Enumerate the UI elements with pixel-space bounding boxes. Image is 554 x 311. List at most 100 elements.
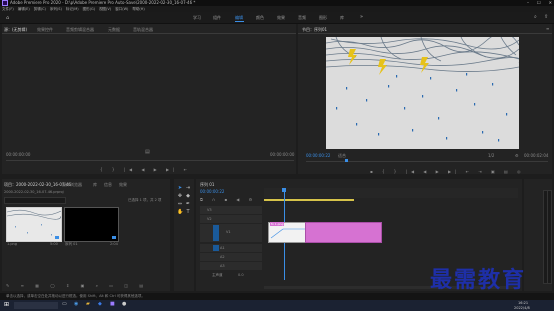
tab-media-browser[interactable]: 媒体浏览器 bbox=[62, 182, 82, 188]
menu-sequence[interactable]: 序列(S) bbox=[50, 7, 62, 11]
project-selection-count: 已选择 1 项，共 2 项 bbox=[128, 198, 162, 202]
clock-date: 2022/4/8 bbox=[514, 306, 530, 310]
project-item-duration-1: 5:00 bbox=[50, 242, 58, 246]
track-target-v1[interactable] bbox=[213, 225, 219, 241]
watermark: 最需教育 bbox=[430, 267, 527, 293]
project-search-input[interactable] bbox=[4, 197, 66, 204]
work-area-bar[interactable] bbox=[264, 199, 354, 201]
track-select-tool-icon[interactable]: ⇥ bbox=[185, 185, 191, 191]
source-settings-icon[interactable]: ▤ bbox=[145, 149, 150, 155]
tab-info[interactable]: 信息 bbox=[104, 182, 112, 188]
timeline-current-timecode[interactable]: 00:00:00:22 bbox=[200, 189, 224, 194]
project-item-thumb-1[interactable] bbox=[6, 207, 62, 242]
project-item-duration-2: 2:04 bbox=[110, 242, 118, 246]
menu-help[interactable]: 帮助(H) bbox=[132, 7, 144, 11]
workspace-audio[interactable]: 音频 bbox=[298, 15, 306, 21]
workspace-graphics[interactable]: 图形 bbox=[319, 15, 327, 21]
workspace-color[interactable]: 颜色 bbox=[256, 15, 264, 21]
premiere-taskbar-icon[interactable]: ■ bbox=[110, 301, 115, 307]
track-label-a3: A3 bbox=[220, 264, 225, 268]
razor-tool-icon[interactable]: ◆ bbox=[185, 193, 191, 199]
track-header-v1[interactable] bbox=[200, 224, 262, 242]
type-tool-icon[interactable]: T bbox=[185, 209, 191, 215]
sequence-badge-icon bbox=[112, 236, 116, 239]
track-label-v2: V2 bbox=[207, 217, 212, 221]
source-transport-controls[interactable]: { } |◀ ◀ ▶ ▶| ⇤ bbox=[100, 167, 191, 172]
taskbar-search-box[interactable] bbox=[14, 302, 58, 309]
more-workspaces-icon[interactable]: » bbox=[360, 14, 363, 20]
thumbnail-image bbox=[6, 208, 62, 241]
minimize-icon[interactable]: – bbox=[527, 0, 529, 5]
tab-effects[interactable]: 效果 bbox=[119, 182, 127, 188]
home-icon[interactable]: ⌂ bbox=[6, 15, 9, 21]
maximize-icon[interactable]: ☐ bbox=[537, 0, 541, 5]
menu-clip[interactable]: 剪辑(C) bbox=[34, 7, 46, 11]
search-icon[interactable]: ⌕ bbox=[534, 14, 537, 20]
panel-menu-icon[interactable]: ≡ bbox=[546, 26, 549, 31]
menu-file[interactable]: 文件(F) bbox=[2, 7, 14, 11]
tab-libraries[interactable]: 库 bbox=[93, 182, 97, 188]
program-scrubber[interactable] bbox=[306, 161, 548, 162]
project-item-name-1: 1.png bbox=[7, 242, 18, 246]
track-target-a1[interactable] bbox=[213, 245, 219, 251]
track-header-a3[interactable] bbox=[200, 262, 262, 270]
timeline-ruler[interactable] bbox=[264, 188, 518, 198]
edge-icon[interactable]: ◉ bbox=[74, 301, 78, 307]
project-bottom-toolbar[interactable]: ✎ ≡ ▦ ◯ ⇕ ▣ ⌕ ▭ ◫ ▤ bbox=[6, 283, 148, 288]
track-label-v1: V1 bbox=[226, 230, 231, 234]
clock-time: 16:21 bbox=[518, 301, 529, 305]
clip-1-png[interactable] bbox=[305, 222, 382, 243]
divider bbox=[2, 33, 296, 34]
task-view-icon[interactable]: ▭ bbox=[62, 301, 67, 307]
workspace-effects[interactable]: 效果 bbox=[277, 15, 285, 21]
program-quality-select[interactable]: 1/2 bbox=[488, 153, 494, 158]
window-title: Adobe Premiere Pro 2020 - D:\p\Adobe Pre… bbox=[10, 0, 196, 5]
track-label-a2: A2 bbox=[220, 255, 225, 259]
workspace-assembly[interactable]: 组件 bbox=[213, 15, 221, 21]
slip-tool-icon[interactable]: ⇔ bbox=[177, 201, 183, 207]
folder-icon[interactable]: ▰ bbox=[86, 301, 90, 307]
program-video-frame bbox=[326, 37, 519, 149]
track-label-v3: V3 bbox=[207, 208, 212, 212]
workspace-libraries[interactable]: 库 bbox=[340, 15, 344, 21]
menu-graphics[interactable]: 图形(G) bbox=[83, 7, 95, 11]
program-transport-controls[interactable]: ▪ { } |◀ ◀ ▶ ▶| ⇤ ⇥ ▣ ▤ ◎ bbox=[370, 169, 525, 174]
audio-meter-right bbox=[547, 190, 552, 284]
master-track-label: 主声道 bbox=[212, 273, 223, 277]
share-icon[interactable]: ⇪ bbox=[544, 14, 548, 20]
close-icon[interactable]: ✕ bbox=[549, 0, 552, 5]
menu-view[interactable]: 视图(V) bbox=[99, 7, 111, 11]
clip-label: fx 1.png bbox=[271, 222, 284, 226]
program-duration: 00:00:02:04 bbox=[524, 153, 549, 158]
timeline-toolbar[interactable]: ⧉ ∩ ▪ ◀ ⚙ bbox=[200, 197, 256, 202]
track-header-a1[interactable] bbox=[200, 244, 262, 252]
status-bar: 单击以选择，或单击空白处并拖动以进行框选。使用 Shift、Alt 和 Ctrl… bbox=[0, 293, 554, 300]
start-icon[interactable]: ⊞ bbox=[4, 301, 9, 308]
program-playhead[interactable] bbox=[345, 159, 348, 162]
divider bbox=[298, 33, 552, 34]
status-text: 单击以选择，或单击空白处并拖动以进行框选。使用 Shift、Alt 和 Ctrl… bbox=[6, 294, 145, 298]
menu-edit[interactable]: 编辑(E) bbox=[18, 7, 30, 11]
selection-tool-icon[interactable]: ➤ bbox=[177, 185, 183, 191]
tab-project[interactable]: 项目：2000-2022-02-30_16-07-46 bbox=[4, 182, 71, 188]
app-taskbar-icon[interactable]: ● bbox=[122, 301, 126, 307]
ripple-edit-tool-icon[interactable]: ✥ bbox=[177, 193, 183, 199]
source-timecode-right: 00:00:00:00 bbox=[270, 152, 295, 157]
master-volume-value[interactable]: 0.0 bbox=[238, 273, 244, 277]
hand-tool-icon[interactable]: ✋ bbox=[177, 209, 183, 215]
program-current-timecode[interactable]: 00:00:00:22 bbox=[306, 153, 330, 158]
windows-taskbar bbox=[0, 300, 554, 311]
program-settings-icon[interactable]: ⚙ bbox=[515, 153, 519, 158]
track-header-a2[interactable] bbox=[200, 253, 262, 261]
store-icon[interactable]: ◆ bbox=[98, 301, 102, 307]
menu-window[interactable]: 窗口(W) bbox=[115, 7, 128, 11]
source-timecode-left: 00:00:00:00 bbox=[6, 152, 31, 157]
project-item-thumb-2[interactable] bbox=[64, 207, 119, 242]
timeline-sequence-tab[interactable]: 序列 01 bbox=[200, 182, 214, 188]
project-file-path: 2000-2022-02-30_16-07-46.prproj bbox=[4, 190, 64, 194]
menu-marker[interactable]: 标记(M) bbox=[66, 7, 79, 11]
workspace-learn[interactable]: 学习 bbox=[193, 15, 201, 21]
pen-tool-icon[interactable]: ✒ bbox=[185, 201, 191, 207]
source-scrubber[interactable] bbox=[6, 160, 294, 161]
clip-badge-icon bbox=[55, 236, 59, 239]
